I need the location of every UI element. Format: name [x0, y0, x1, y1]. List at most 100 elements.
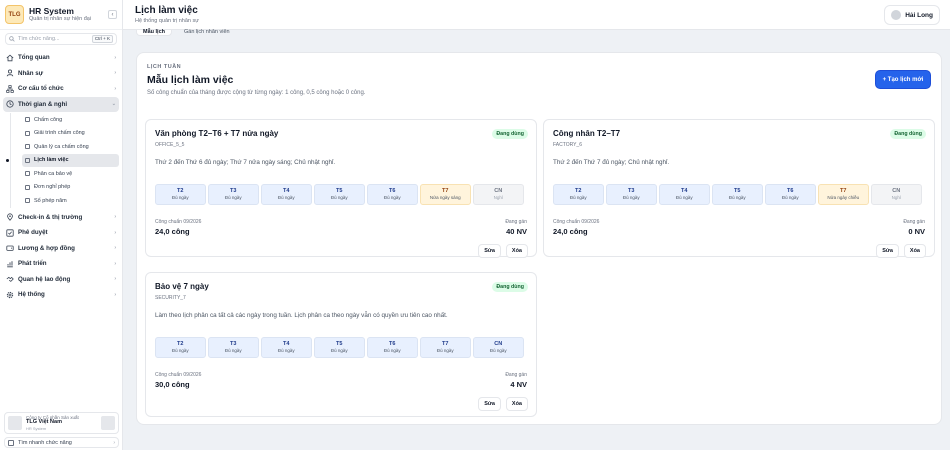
chart-icon: [7, 260, 13, 267]
chevron-right-icon: ›: [114, 214, 116, 221]
day-cell: T3 Đủ ngày: [208, 184, 259, 205]
card-actions: Sửa Xóa: [876, 244, 926, 258]
card-actions: Sửa Xóa: [478, 244, 528, 258]
submenu-item-don-nghi-phep[interactable]: Đơn nghỉ phép: [22, 181, 119, 195]
edit-button[interactable]: Sửa: [478, 244, 501, 258]
day-cell: T7 Đủ ngày: [420, 337, 471, 358]
assigned-value: 0 NV: [908, 227, 925, 236]
sidebar-item-tong-quan[interactable]: Tổng quan ›: [3, 50, 119, 66]
sidebar-item-nhan-su[interactable]: Nhân sự ›: [3, 66, 119, 82]
delete-button[interactable]: Xóa: [505, 397, 528, 411]
search-input[interactable]: Tìm chức năng... Ctrl + K: [5, 33, 117, 45]
day-cell: T4 Đủ ngày: [261, 337, 312, 358]
day-name: T2: [177, 341, 184, 347]
day-detail: Đủ ngày: [436, 348, 454, 353]
org-icon: [6, 85, 14, 93]
schedule-panel: LỊCH TUẦN Mẫu lịch làm việc Số công chuẩ…: [136, 52, 942, 425]
submenu-item-cham-cong[interactable]: Chấm công: [22, 113, 119, 127]
page-subtitle: Hệ thống quản trị nhân sự: [135, 18, 199, 24]
chevron-right-icon: ›: [113, 439, 115, 446]
submenu-item-giai-trinh[interactable]: Giải trình chấm công: [22, 127, 119, 141]
assigned-label: Đang gán: [505, 372, 527, 378]
day-detail: Đủ ngày: [224, 195, 242, 200]
day-name: T4: [283, 188, 290, 194]
brand-header: TLG HR System Quản trị nhân sự hiện đại …: [0, 0, 122, 30]
chevron-right-icon: ›: [114, 291, 116, 298]
day-name: T7: [442, 188, 449, 194]
submenu-item-lich-lam-viec[interactable]: Lịch làm việc: [6, 153, 119, 167]
day-name: CN: [494, 188, 503, 194]
sidebar-item-quan-he-lao-dong[interactable]: Quan hệ lao động ›: [3, 272, 119, 288]
calendar-icon: [25, 157, 30, 163]
submenu-item-quan-ly-ca[interactable]: Quản lý ca chấm công: [22, 140, 119, 154]
sidebar-item-label: Thời gian & nghỉ: [18, 100, 68, 108]
gear-icon: [6, 291, 14, 298]
tab-mau-lich[interactable]: Mẫu lịch: [136, 29, 173, 36]
wallet-icon: [6, 245, 14, 252]
delete-button[interactable]: Xóa: [903, 244, 926, 258]
create-schedule-button[interactable]: + Tạo lịch mới: [875, 70, 931, 89]
sidebar-item-label: Cơ cấu tổ chức: [18, 85, 64, 93]
top-bar: Lịch làm việc Hệ thống quản trị nhân sự …: [123, 0, 950, 30]
sidebar-nav: Tổng quan › Nhân sự › Cơ cấu tổ chức › Thời…: [0, 48, 122, 305]
sidebar-item-co-cau[interactable]: Cơ cấu tổ chức ›: [3, 81, 119, 97]
day-name: T4: [283, 341, 290, 347]
chevron-right-icon: ›: [114, 54, 116, 61]
chevron-right-icon: ›: [114, 260, 116, 267]
grid-icon: [8, 439, 14, 446]
sidebar-item-label: Check-in & thị trường: [18, 213, 83, 221]
section-label: LỊCH TUẦN: [147, 64, 182, 70]
page-title: Lịch làm việc: [135, 5, 198, 16]
day-detail: Đủ ngày: [224, 348, 242, 353]
day-detail: Đủ ngày: [781, 195, 799, 200]
day-cell: CN Đủ ngày: [473, 337, 524, 358]
search-shortcut: Ctrl + K: [91, 35, 113, 43]
day-cell: T6 Đủ ngày: [367, 337, 418, 358]
standard-value: 24,0 công: [553, 227, 588, 236]
submenu-item-so-phep-nam[interactable]: Sổ phép năm: [22, 194, 119, 208]
sidebar-item-phe-duyet[interactable]: Phê duyệt ›: [3, 225, 119, 241]
day-name: CN: [494, 341, 503, 347]
edit-button[interactable]: Sửa: [478, 397, 501, 411]
day-name: T5: [734, 188, 741, 194]
schedule-description: Làm theo lịch phân ca tất cả các ngày tr…: [155, 312, 448, 319]
clock-icon: [6, 100, 14, 108]
day-detail: Đủ ngày: [171, 195, 189, 200]
section-description: Số công chuẩn của tháng được cộng từ từn…: [147, 90, 366, 96]
status-badge: Đang dùng: [890, 129, 926, 139]
sidebar-item-check-in[interactable]: Check-in & thị trường ›: [3, 210, 119, 226]
collapse-sidebar-button[interactable]: ‹: [108, 10, 117, 19]
submenu-item-label: Sổ phép năm: [34, 197, 67, 204]
day-name: T2: [575, 188, 582, 194]
week-days: T2 Đủ ngày T3 Đủ ngày T4 Đủ ngày T5 Đủ ngày …: [155, 184, 524, 205]
submenu-item-label: Quản lý ca chấm công: [34, 143, 89, 150]
sidebar-item-he-thong[interactable]: Hệ thống ›: [3, 287, 119, 303]
day-cell: T5 Đủ ngày: [712, 184, 763, 205]
assigned-count: Đang gán 4 NV: [505, 372, 527, 389]
shield-icon: [25, 171, 30, 177]
quick-search-button[interactable]: Tìm nhanh chức năng ›: [4, 437, 119, 448]
schedule-card: Công nhân T2–T7 FACTORY_6 Đang dùng Thứ …: [543, 119, 935, 258]
day-name: T6: [389, 188, 396, 194]
day-cell: T4 Đủ ngày: [659, 184, 710, 205]
submenu-item-phan-ca-bao-ve[interactable]: Phân ca bảo vệ: [22, 167, 119, 181]
schedule-code: OFFICE_5_5: [155, 142, 185, 148]
day-name: T6: [389, 341, 396, 347]
day-name: T3: [230, 341, 237, 347]
sidebar-item-thoi-gian[interactable]: Thời gian & nghỉ ⌄: [3, 96, 119, 112]
chevron-right-icon: ›: [114, 85, 116, 92]
user-menu[interactable]: Hải Long: [884, 5, 940, 25]
sidebar-item-phat-trien[interactable]: Phát triển ›: [3, 256, 119, 272]
edit-button[interactable]: Sửa: [876, 244, 899, 258]
sidebar-item-label: Phát triển: [18, 260, 47, 268]
day-detail: Đủ ngày: [330, 348, 348, 353]
delete-button[interactable]: Xóa: [505, 244, 528, 258]
search-icon: [9, 36, 15, 42]
sidebar-item-luong[interactable]: Lương & hợp đồng ›: [3, 241, 119, 257]
tab-gan-lich[interactable]: Gán lịch nhân viên: [178, 29, 236, 36]
schedule-description: Thứ 2 đến Thứ 7 đủ ngày; Chủ nhật nghỉ.: [553, 159, 670, 166]
day-detail: Đủ ngày: [728, 195, 746, 200]
home-icon: [6, 54, 14, 61]
day-detail: Nghỉ: [891, 195, 901, 200]
status-badge: Đang dùng: [492, 282, 528, 292]
